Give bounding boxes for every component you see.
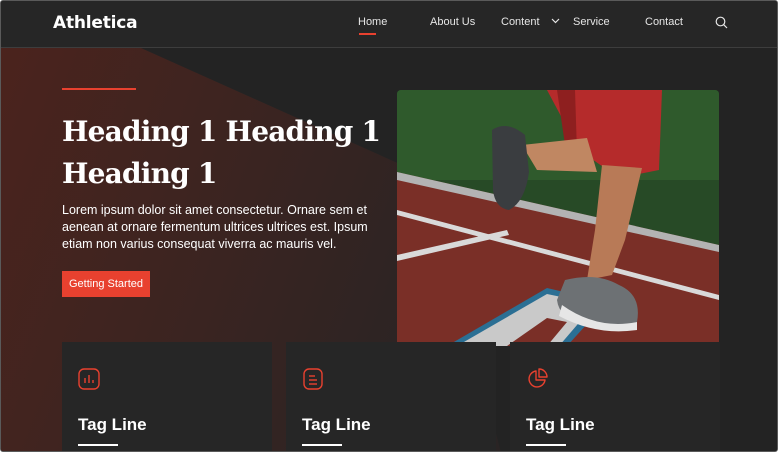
hero-heading-line-1: Heading 1 Heading 1 — [62, 115, 381, 148]
hero-heading-line-2: Heading 1 — [62, 157, 217, 190]
card-title: Tag Line — [302, 415, 371, 434]
search-icon[interactable] — [715, 16, 728, 29]
card-underline — [78, 444, 118, 446]
hero-accent-line — [62, 88, 136, 90]
chevron-down-icon[interactable] — [551, 18, 560, 24]
feature-card[interactable]: Tag Line — [510, 342, 720, 451]
nav-about-us[interactable]: About Us — [430, 16, 475, 28]
nav-service[interactable]: Service — [573, 16, 610, 28]
card-underline — [526, 444, 566, 446]
nav-contact[interactable]: Contact — [645, 16, 683, 28]
pie-chart-icon — [528, 368, 548, 388]
card-title: Tag Line — [526, 415, 595, 434]
hero-heading: Heading 1 Heading 1 Heading 1 — [62, 111, 382, 195]
hero-description: Lorem ipsum dolor sit amet consectetur. … — [62, 203, 368, 251]
card-underline — [302, 444, 342, 446]
nav-home[interactable]: Home — [358, 16, 387, 28]
top-nav-bar: Athletica Home About Us Content Service … — [1, 1, 777, 48]
bar-chart-icon — [78, 368, 100, 390]
document-icon — [303, 368, 323, 390]
feature-card[interactable]: Tag Line — [286, 342, 496, 451]
brand-logo[interactable]: Athletica — [53, 13, 138, 33]
getting-started-button[interactable]: Getting Started — [62, 271, 150, 297]
feature-card[interactable]: Tag Line — [62, 342, 272, 451]
app-window: Athletica Home About Us Content Service … — [0, 0, 778, 452]
card-title: Tag Line — [78, 415, 147, 434]
hero-image — [397, 90, 719, 346]
nav-active-indicator — [359, 33, 376, 35]
nav-content[interactable]: Content — [501, 16, 540, 28]
runner-photo — [397, 90, 719, 346]
